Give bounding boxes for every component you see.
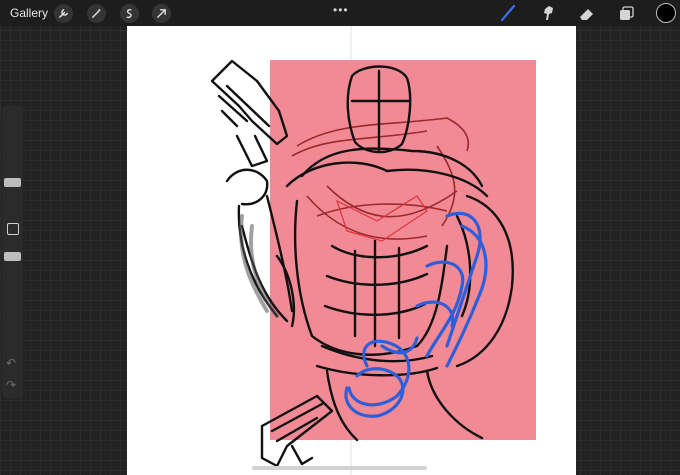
layers-icon — [620, 6, 634, 20]
brush-size-slider[interactable] — [4, 178, 21, 187]
transform-arrow-icon — [157, 9, 166, 18]
home-indicator — [252, 466, 427, 470]
actions-button[interactable] — [54, 4, 73, 23]
redo-arrow-icon[interactable]: ↷ — [6, 378, 16, 392]
toolbar: Gallery ••• — [0, 0, 680, 26]
adjustments-button[interactable] — [87, 4, 106, 23]
gallery-button[interactable]: Gallery — [10, 6, 48, 20]
layers-button[interactable] — [615, 3, 637, 23]
eraser-icon — [580, 9, 593, 20]
transform-button[interactable] — [152, 4, 171, 23]
wrench-icon — [59, 9, 68, 18]
brush-tool-button[interactable] — [497, 3, 519, 23]
eraser-tool-button[interactable] — [576, 3, 598, 23]
undo-arrow-icon[interactable]: ↶ — [6, 356, 16, 370]
smudge-tool-button[interactable] — [537, 3, 559, 23]
selection-icon — [126, 9, 132, 18]
modify-button[interactable] — [7, 223, 19, 235]
more-options-button[interactable]: ••• — [333, 3, 349, 17]
color-picker-button[interactable] — [656, 3, 676, 23]
brush-icon — [500, 4, 516, 22]
magic-wand-icon — [92, 8, 101, 18]
opacity-slider[interactable] — [4, 252, 21, 261]
drawing-canvas[interactable] — [127, 26, 576, 475]
left-sidebar: ↶ ↷ — [2, 106, 23, 398]
sketch-artwork — [210, 26, 536, 475]
smudge-icon — [544, 6, 553, 20]
selection-button[interactable] — [120, 4, 139, 23]
